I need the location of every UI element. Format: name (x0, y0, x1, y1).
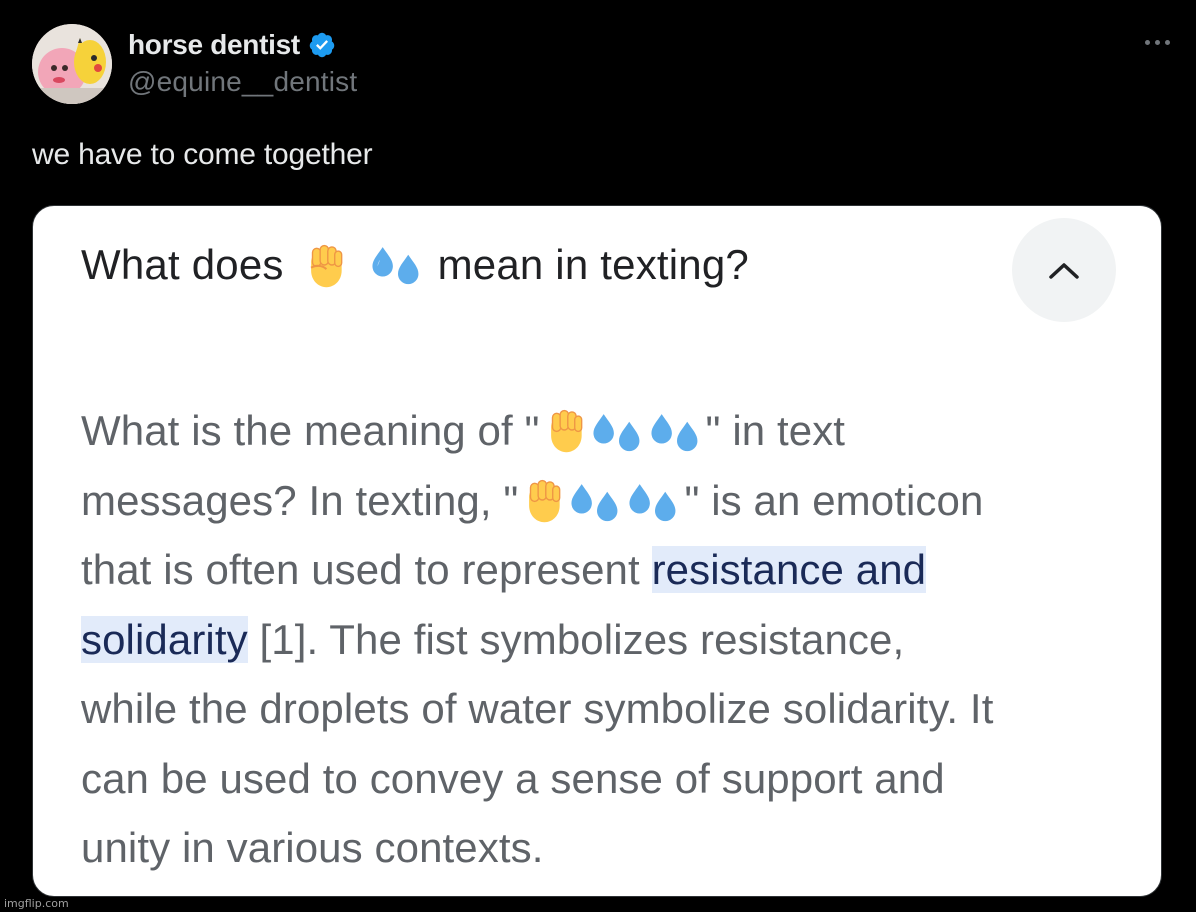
question-text-after: mean in texting? (437, 241, 749, 288)
watermark: imgflip.com (4, 897, 69, 910)
collapse-button[interactable] (1012, 218, 1116, 322)
answer-text: What is the meaning of " (81, 407, 540, 454)
answer-line: while the droplets of water symbolize so… (81, 685, 994, 732)
avatar-image (32, 24, 112, 104)
answer-text: messages? In texting, " (81, 476, 519, 524)
question-heading: What does mean in texting? (81, 240, 749, 290)
avatar[interactable] (32, 24, 112, 104)
answer-line: unity in various contexts. (81, 824, 544, 871)
raised-fist-emoji-icon (540, 405, 590, 476)
question-text-before: What does (81, 241, 284, 288)
answer-paragraph: What is the meaning of " " in text messag… (81, 396, 1141, 883)
answer-line: What is the meaning of " " in text (81, 396, 1141, 466)
author-display-name[interactable]: horse dentist (128, 29, 300, 61)
sweat-droplets-emoji-icon (372, 242, 424, 288)
chevron-up-icon (1049, 263, 1079, 279)
answer-line: solidarity [1]. The fist symbolizes resi… (81, 605, 1141, 675)
answer-line: messages? In texting, " " is an emoticon (81, 466, 1141, 536)
highlighted-phrase: resistance and (651, 546, 927, 593)
answer-line: that is often used to represent resistan… (81, 535, 1141, 605)
answer-text: " in text (705, 407, 846, 454)
answer-text: that is often used to represent (81, 546, 652, 593)
author-name-row[interactable]: horse dentist (128, 27, 336, 63)
post-media-image[interactable]: What does mean in texting? What is the m… (32, 205, 1162, 897)
answer-line: can be used to convey a sense of support… (81, 754, 945, 802)
post-text: we have to come together (32, 138, 373, 171)
author-handle[interactable]: @equine__dentist (128, 66, 357, 98)
more-horizontal-icon[interactable] (1145, 40, 1170, 45)
answer-text: " is an emoticon (684, 476, 984, 524)
raised-fist-emoji-icon (300, 240, 350, 290)
highlighted-phrase: solidarity (81, 615, 248, 663)
verified-badge-icon (308, 31, 336, 59)
answer-text: [1]. The fist symbolizes resistance, (247, 615, 905, 663)
